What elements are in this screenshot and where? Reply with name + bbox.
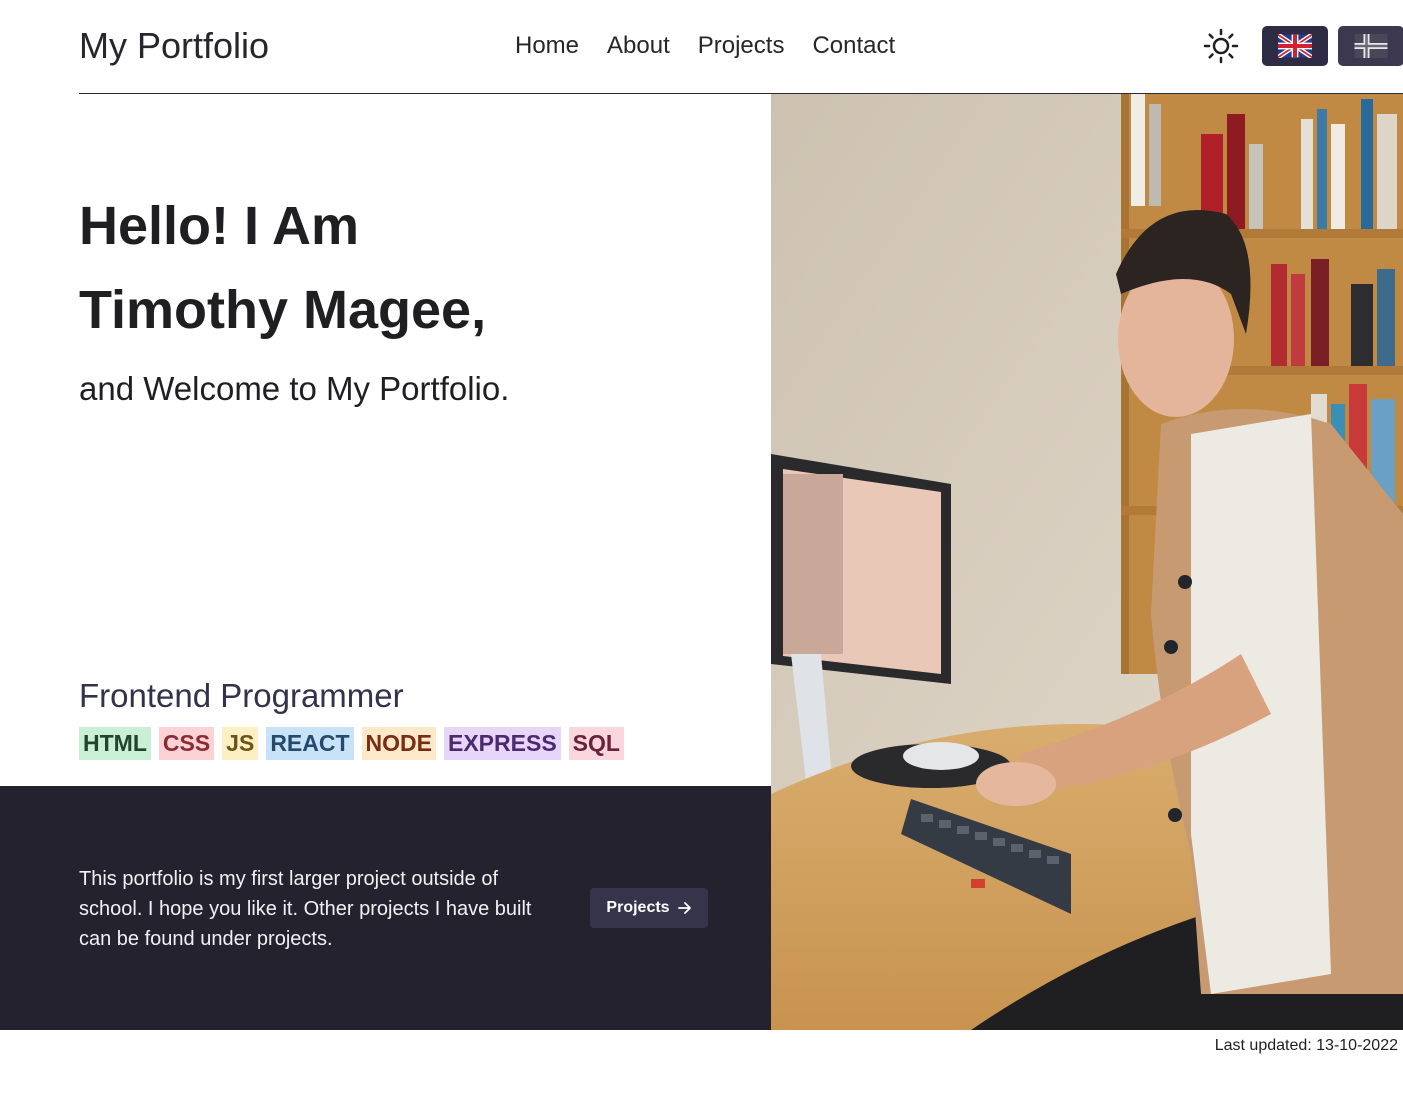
hero-section: Hello! I Am Timothy Magee, and Welcome t… <box>0 94 771 786</box>
nav-projects[interactable]: Projects <box>698 32 785 60</box>
intro-band: This portfolio is my first larger projec… <box>0 786 771 1030</box>
site-brand[interactable]: My Portfolio <box>79 25 269 67</box>
tag-node: NODE <box>361 727 436 760</box>
portrait-illustration <box>771 94 1403 1030</box>
site-header: My Portfolio Home About Projects Contact <box>79 0 1403 94</box>
sun-icon <box>1203 28 1239 64</box>
tag-css: CSS <box>158 727 215 760</box>
tag-express: EXPRESS <box>444 727 561 760</box>
language-norwegian-button[interactable] <box>1338 26 1403 66</box>
nav-about[interactable]: About <box>607 32 670 60</box>
tag-html: HTML <box>79 727 151 760</box>
hero-heading: Hello! I Am Timothy Magee, <box>79 184 486 352</box>
projects-button[interactable]: Projects <box>590 888 708 928</box>
nav-contact[interactable]: Contact <box>812 32 895 60</box>
arrow-right-icon <box>677 902 691 914</box>
language-english-button[interactable] <box>1262 26 1328 66</box>
uk-flag-icon <box>1278 34 1312 58</box>
hero-greeting-line1: Hello! I Am <box>79 196 360 256</box>
tag-js: JS <box>222 727 259 760</box>
main-nav: Home About Projects Contact <box>515 32 895 60</box>
hero-welcome: and Welcome to My Portfolio. <box>79 370 510 407</box>
projects-button-label: Projects <box>606 899 670 916</box>
hero-greeting-line2: Timothy Magee, <box>79 280 487 340</box>
nav-home[interactable]: Home <box>515 32 579 60</box>
tag-react: REACT <box>266 727 354 760</box>
tag-sql: SQL <box>568 727 624 760</box>
skill-tags: HTML CSS JS REACT NODE EXPRESS SQL <box>79 727 624 760</box>
intro-text: This portfolio is my first larger projec… <box>79 868 532 950</box>
last-updated: Last updated: 13-10-2022 <box>1214 1037 1398 1054</box>
hero-role: Frontend Programmer <box>79 677 404 714</box>
norway-flag-icon <box>1354 34 1388 58</box>
theme-toggle-button[interactable] <box>1203 28 1239 64</box>
profile-photo <box>771 94 1403 1030</box>
